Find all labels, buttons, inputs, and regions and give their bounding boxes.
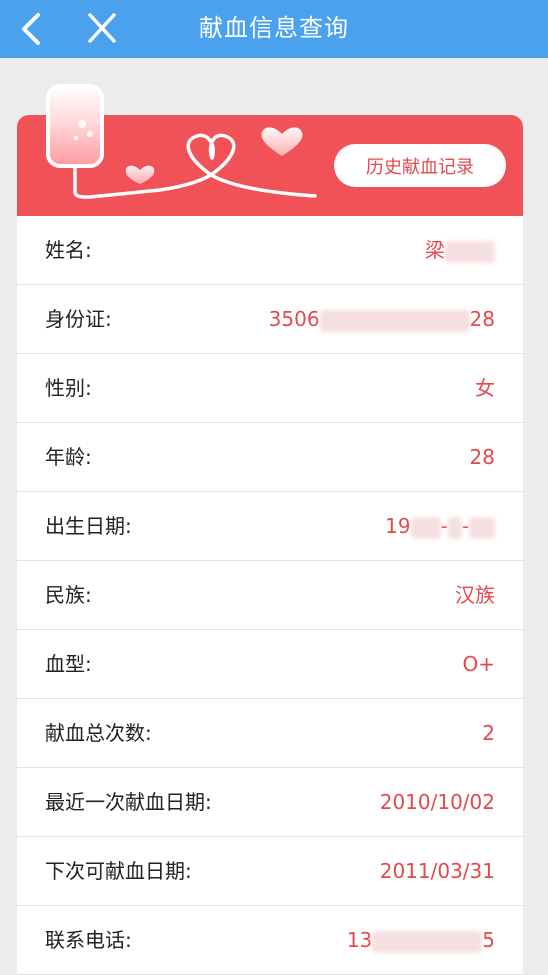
info-label: 下次可献血日期:	[45, 859, 192, 883]
info-row: 下次可献血日期: 2011/03/31	[17, 837, 523, 906]
masked-value-blur	[410, 516, 441, 539]
info-value: 女	[475, 354, 495, 423]
info-value: 2	[482, 699, 495, 768]
info-value-text: 2010/10/02	[379, 790, 495, 814]
info-value-text: 2011/03/31	[379, 859, 495, 883]
info-value-text: 28	[469, 445, 495, 469]
top-nav-bar: 献血信息查询	[0, 0, 548, 58]
info-value: 2010/10/02	[380, 768, 495, 837]
info-value-text: 女	[475, 376, 495, 400]
info-label: 献血总次数:	[45, 721, 152, 745]
date-separator: -	[461, 514, 469, 538]
info-value-text: 3506	[268, 307, 320, 331]
date-separator: -	[440, 514, 448, 538]
info-value-text: O+	[462, 652, 496, 676]
info-label: 联系电话:	[45, 928, 132, 952]
info-value: O+	[463, 630, 496, 699]
info-value: 汉族	[455, 561, 495, 630]
info-value-suffix: 5	[482, 928, 495, 952]
info-label: 性别:	[45, 376, 92, 400]
masked-value-blur	[445, 240, 495, 263]
info-list: 姓名: 梁身份证: 3506 28 性别: 女年龄: 28 出生日期: 19 - - 民族: 汉族血型:…	[17, 216, 523, 975]
info-row: 最近一次献血日期: 2010/10/02	[17, 768, 523, 837]
masked-value-blur	[469, 516, 495, 539]
info-value-text: 汉族	[455, 583, 495, 607]
info-row: 民族: 汉族	[17, 561, 523, 630]
info-label: 姓名:	[45, 238, 92, 262]
blood-bag-illustration	[46, 84, 317, 199]
info-value-text: 13	[346, 928, 373, 952]
info-value: 3506 28	[269, 285, 495, 354]
info-value: 2011/03/31	[380, 837, 495, 906]
info-value-text: 19	[385, 514, 411, 538]
info-row: 出生日期: 19 - -	[17, 492, 523, 561]
info-label: 年龄:	[45, 445, 92, 469]
masked-value-blur	[447, 516, 462, 539]
info-row: 姓名: 梁	[17, 216, 523, 285]
masked-value-blur	[319, 309, 470, 332]
info-value: 28	[470, 423, 495, 492]
info-label: 最近一次献血日期:	[45, 790, 212, 814]
info-row: 年龄: 28	[17, 423, 523, 492]
donor-info-card: 历史献血记录 姓名: 梁身份证: 3506 28 性别: 女年龄: 28 出生日期: 19- - 民…	[17, 115, 523, 975]
info-value-text: 2	[482, 721, 495, 745]
info-row: 献血总次数: 2	[17, 699, 523, 768]
info-row: 血型: O+	[17, 630, 523, 699]
info-value: 19 - -	[385, 492, 495, 561]
info-row: 性别: 女	[17, 354, 523, 423]
info-value: 13 5	[347, 906, 495, 975]
info-value-suffix: 28	[469, 307, 495, 331]
info-label: 民族:	[45, 583, 92, 607]
masked-value-blur	[372, 930, 483, 953]
info-label: 血型:	[45, 652, 92, 676]
info-label: 出生日期:	[45, 514, 132, 538]
page-title: 献血信息查询	[199, 14, 349, 42]
info-row: 联系电话: 13 5	[17, 906, 523, 975]
info-value-text: 梁	[425, 238, 445, 262]
info-label: 身份证:	[45, 307, 112, 331]
info-value: 梁	[425, 216, 495, 285]
info-row: 身份证: 3506 28	[17, 285, 523, 354]
